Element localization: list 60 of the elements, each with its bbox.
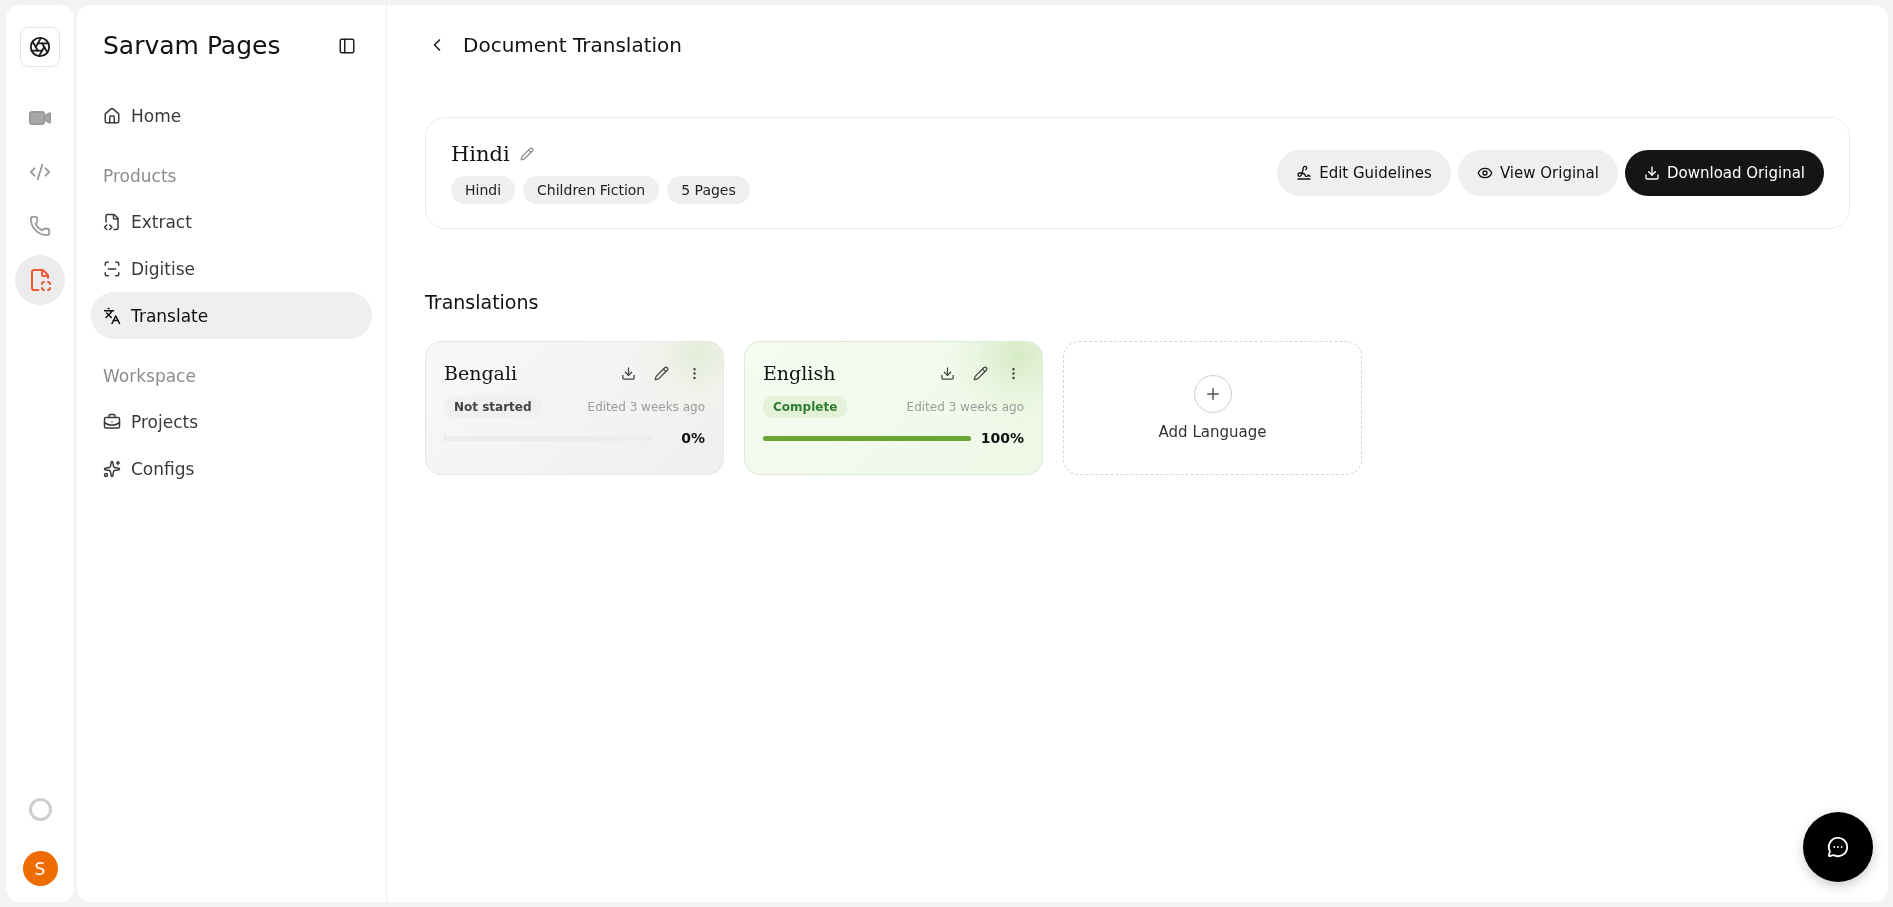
scan-icon: [103, 259, 121, 278]
nav-item-label: Digitise: [131, 258, 196, 279]
translate-icon: [103, 306, 121, 325]
nav-item-label: Extract: [131, 211, 192, 232]
tag: 5 Pages: [667, 176, 750, 204]
nav-item[interactable]: Digitise: [91, 245, 372, 292]
signature-icon: [1296, 165, 1313, 181]
logo-button[interactable]: [20, 27, 60, 67]
progress-percent: 0%: [680, 430, 705, 446]
translation-card[interactable]: Bengali Not started Edited 3 weeks ago 0%: [425, 341, 724, 475]
download-icon: [621, 365, 636, 381]
eye-icon: [1476, 165, 1493, 181]
add-language-button[interactable]: Add Language: [1063, 341, 1362, 475]
file-code-icon: [103, 212, 121, 231]
language-name: Bengali: [444, 362, 518, 384]
edited-time: Edited 3 weeks ago: [906, 400, 1024, 414]
page-title: Document Translation: [463, 33, 682, 57]
home-icon: [103, 106, 121, 125]
nav-item-label: Configs: [131, 458, 195, 479]
translation-card[interactable]: English Complete Edited 3 weeks ago 100%: [744, 341, 1043, 475]
nav-item-label: Home: [131, 105, 182, 126]
section-title: Translations: [425, 291, 540, 313]
document-icon: [28, 268, 52, 292]
logo-icon: [29, 36, 51, 58]
nav-item[interactable]: Home: [91, 92, 372, 139]
code-icon: [29, 161, 51, 183]
view-button[interactable]: View Original: [1457, 150, 1618, 196]
nav-item[interactable]: Configs: [91, 445, 372, 492]
pencil-icon: [973, 365, 988, 381]
edited-time: Edited 3 weeks ago: [587, 400, 705, 414]
status-badge: Complete: [763, 396, 848, 418]
pencil-icon: [519, 147, 534, 161]
nav-item[interactable]: Translate: [91, 292, 372, 339]
tag: Children Fiction: [523, 176, 660, 204]
nav-item[interactable]: Projects: [91, 398, 372, 445]
download-icon: [1643, 165, 1660, 181]
briefcase-icon: [103, 412, 121, 431]
nav-section-label: Workspace: [102, 365, 197, 388]
status-badge: Not started: [444, 396, 542, 418]
download-icon: [940, 365, 955, 381]
phone-icon: [29, 215, 51, 237]
rail-button[interactable]: [15, 255, 65, 305]
nav-item-label: Projects: [131, 411, 199, 432]
document-name: Hindi: [451, 142, 510, 166]
chat-button[interactable]: [1803, 812, 1873, 882]
download-button[interactable]: Download Original: [1624, 150, 1824, 196]
guidelines-button[interactable]: Edit Guidelines: [1277, 150, 1451, 196]
sparkles-icon: [103, 459, 121, 478]
tag: Hindi: [451, 176, 516, 204]
chat-icon: [1827, 836, 1849, 858]
panel-icon: [338, 36, 356, 55]
progress-percent: 100%: [980, 430, 1024, 446]
add-language-label: Add Language: [1158, 423, 1267, 441]
nav-item-label: Translate: [131, 305, 209, 326]
pencil-icon: [654, 365, 669, 381]
status-ring-icon: [28, 798, 52, 821]
nav-section-label: Products: [102, 165, 178, 188]
app-title: Sarvam Pages: [103, 31, 281, 60]
language-name: English: [763, 362, 836, 384]
nav-item[interactable]: Extract: [91, 198, 372, 245]
